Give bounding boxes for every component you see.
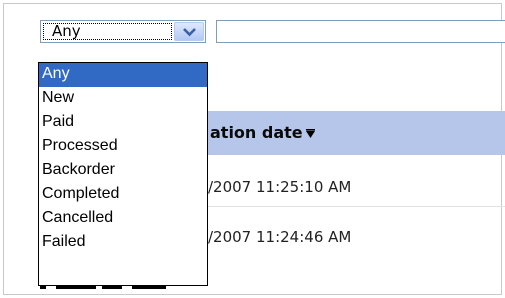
date-cell: /2007 11:24:46 AM xyxy=(208,228,352,246)
clipped-content-fragment xyxy=(40,286,190,292)
dropdown-option-new[interactable]: New xyxy=(39,87,207,111)
dropdown-arrow-button[interactable] xyxy=(174,22,204,41)
status-dropdown-list: Any New Paid Processed Backorder Complet… xyxy=(38,62,208,286)
dropdown-option-processed[interactable]: Processed xyxy=(39,135,207,159)
sort-descending-icon[interactable] xyxy=(305,124,316,143)
date-cell: /2007 11:25:10 AM xyxy=(208,178,352,196)
dropdown-option-completed[interactable]: Completed xyxy=(39,183,207,207)
status-filter-value: Any xyxy=(43,23,172,40)
dropdown-option-cancelled[interactable]: Cancelled xyxy=(39,207,207,231)
chevron-down-icon xyxy=(183,28,196,37)
table-header: ation date xyxy=(200,111,505,155)
column-header-label: ation date xyxy=(210,123,303,142)
table-row[interactable]: /2007 11:25:10 AM xyxy=(200,168,505,206)
dropdown-option-failed[interactable]: Failed xyxy=(39,231,207,255)
dropdown-option-backorder[interactable]: Backorder xyxy=(39,159,207,183)
dropdown-option-paid[interactable]: Paid xyxy=(39,111,207,135)
row-divider xyxy=(200,206,505,207)
table-row[interactable]: /2007 11:24:46 AM xyxy=(200,218,505,256)
column-header-date[interactable]: ation date xyxy=(210,123,316,143)
dropdown-option-any[interactable]: Any xyxy=(39,63,207,87)
search-input[interactable] xyxy=(216,20,505,43)
status-filter-select[interactable]: Any xyxy=(40,20,206,43)
